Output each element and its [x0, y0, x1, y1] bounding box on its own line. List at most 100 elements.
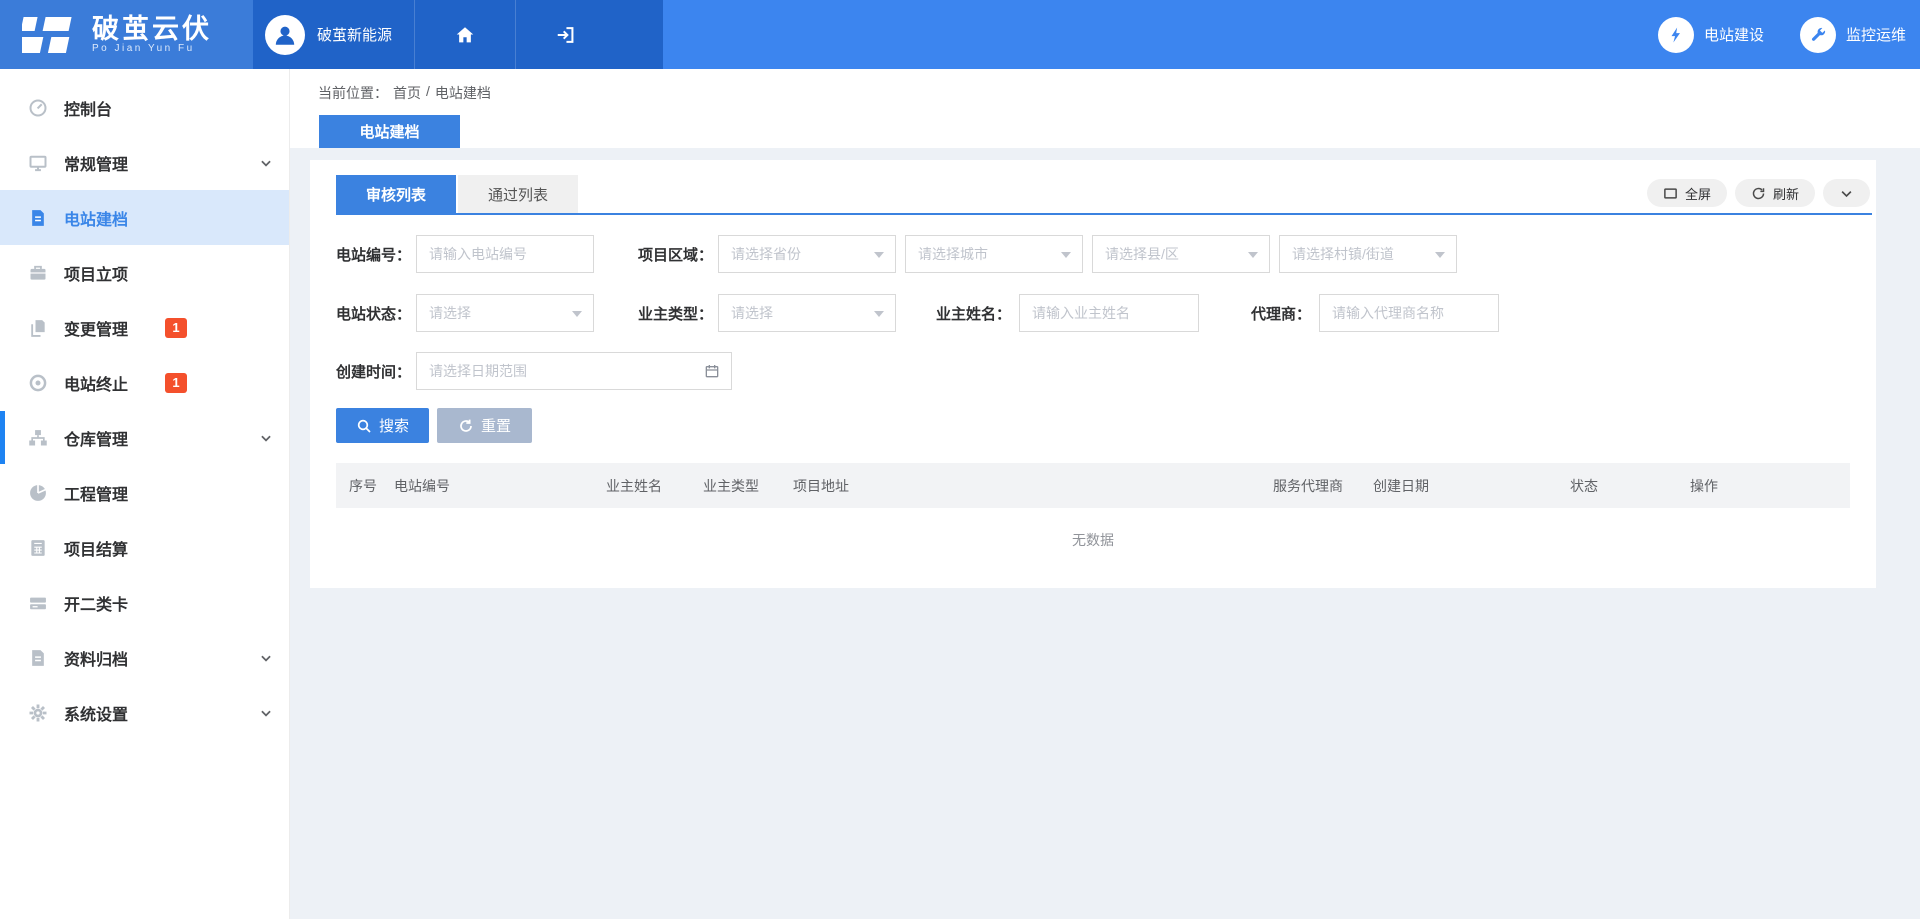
col-create-date: 创建日期 [1360, 476, 1557, 496]
agent-input[interactable] [1319, 294, 1499, 332]
header-user-section: 破茧新能源 [253, 0, 663, 69]
date-range-input[interactable] [416, 352, 732, 390]
refresh-icon [1751, 186, 1766, 201]
select-caret-icon [1435, 252, 1445, 258]
sidebar-item-label: 电站建档 [64, 206, 128, 230]
breadcrumb-home[interactable]: 首页 [393, 83, 421, 103]
select-caret-icon [1248, 252, 1258, 258]
fullscreen-button[interactable]: 全屏 [1647, 179, 1727, 207]
col-owner-name: 业主姓名 [593, 476, 690, 496]
sidebar-item-warehouse-mgmt[interactable]: 仓库管理 [0, 410, 289, 465]
province-select[interactable]: 请选择省份 [718, 235, 896, 273]
breadcrumb: 当前位置： 首页 / 电站建档 [318, 83, 491, 103]
station-termination-badge: 1 [165, 373, 187, 393]
agent-label: 代理商： [1207, 303, 1311, 324]
nav-station-build-label: 电站建设 [1704, 24, 1764, 45]
tab-review-list[interactable]: 审核列表 [336, 175, 456, 213]
sidebar-item-label: 电站终止 [64, 371, 128, 395]
sidebar-item-data-archive[interactable]: 资料归档 [0, 630, 289, 685]
select-caret-icon [874, 252, 884, 258]
sidebar-item-project-initiation[interactable]: 项目立项 [0, 245, 289, 300]
header-nav: 电站建设 监控运维 [663, 0, 1920, 69]
brand-logo-icon [22, 15, 78, 55]
refresh-button[interactable]: 刷新 [1735, 179, 1815, 207]
change-mgmt-badge: 1 [165, 318, 187, 338]
station-no-input[interactable] [416, 235, 594, 273]
tab-underline [336, 213, 1872, 215]
sidebar-item-label: 开二类卡 [64, 591, 128, 615]
reset-button[interactable]: 重置 [437, 408, 532, 443]
logout-icon [555, 24, 577, 46]
page-tab-station-filing[interactable]: 电站建档 [319, 115, 460, 148]
col-index: 序号 [336, 476, 381, 496]
home-button[interactable] [414, 0, 515, 69]
app: 破茧云伏 Po Jian Yun Fu 破茧新能源 [0, 0, 1920, 919]
col-station-no: 电站编号 [381, 476, 593, 496]
user-menu[interactable]: 破茧新能源 [253, 0, 414, 69]
col-status: 状态 [1557, 476, 1677, 496]
card-icon [28, 593, 48, 613]
col-actions: 操作 [1677, 476, 1850, 496]
sidebar-item-label: 控制台 [64, 96, 112, 120]
tab-passed-list[interactable]: 通过列表 [458, 175, 578, 213]
sidebar-item-label: 仓库管理 [64, 426, 128, 450]
sidebar-item-engineering-mgmt[interactable]: 工程管理 [0, 465, 289, 520]
collapse-button[interactable] [1823, 179, 1870, 207]
station-status-select[interactable]: 请选择 [416, 294, 594, 332]
town-select[interactable]: 请选择村镇/街道 [1279, 235, 1457, 273]
province-placeholder: 请选择省份 [731, 244, 801, 264]
sidebar-item-open-class2-card[interactable]: 开二类卡 [0, 575, 289, 630]
copy-icon [28, 318, 48, 338]
search-button[interactable]: 搜索 [336, 408, 429, 443]
station-no-label: 电站编号： [336, 244, 408, 265]
logout-button[interactable] [515, 0, 616, 69]
breadcrumb-separator: / [426, 83, 430, 103]
station-status-placeholder: 请选择 [429, 303, 471, 323]
sidebar-item-label: 资料归档 [64, 646, 128, 670]
breadcrumb-prefix: 当前位置： [318, 83, 388, 103]
city-select[interactable]: 请选择城市 [905, 235, 1083, 273]
county-select[interactable]: 请选择县/区 [1092, 235, 1270, 273]
top-header: 破茧云伏 Po Jian Yun Fu 破茧新能源 [0, 0, 1920, 69]
main-area: 当前位置： 首页 / 电站建档 电站建档 审核列表 通过列表 全屏 [290, 69, 1920, 919]
col-service-agent: 服务代理商 [1260, 476, 1360, 496]
topbar: 当前位置： 首页 / 电站建档 电站建档 [290, 69, 1920, 148]
sidebar: 控制台 常规管理 电站建档 项目立项 [0, 69, 290, 919]
nav-monitor-ops-label: 监控运维 [1846, 24, 1906, 45]
sidebar-item-console[interactable]: 控制台 [0, 80, 289, 135]
calculator-icon [28, 538, 48, 558]
brand-logo: 破茧云伏 Po Jian Yun Fu [0, 0, 253, 69]
filter-actions: 搜索 重置 [310, 390, 1876, 443]
owner-type-select[interactable]: 请选择 [718, 294, 896, 332]
sidebar-item-system-settings[interactable]: 系统设置 [0, 685, 289, 740]
sidebar-item-project-settlement[interactable]: 项目结算 [0, 520, 289, 575]
col-project-address: 项目地址 [780, 476, 1260, 496]
station-status-label: 电站状态： [336, 303, 408, 324]
user-icon [272, 22, 298, 48]
owner-type-label: 业主类型： [638, 303, 710, 324]
results-table: 序号 电站编号 业主姓名 业主类型 项目地址 服务代理商 创建日期 状态 操作 … [336, 463, 1850, 572]
gear-icon [28, 703, 48, 723]
sidebar-item-station-filing[interactable]: 电站建档 [0, 190, 289, 245]
nav-monitor-ops[interactable]: 监控运维 [1800, 17, 1906, 53]
breadcrumb-current[interactable]: 电站建档 [435, 83, 491, 103]
sidebar-item-label: 变更管理 [64, 316, 128, 340]
chevron-down-icon [259, 706, 273, 720]
search-icon [356, 418, 372, 434]
panel-toolbar: 全屏 刷新 [1647, 179, 1870, 207]
create-time-label: 创建时间： [336, 361, 408, 382]
target-icon [28, 373, 48, 393]
reset-label: 重置 [481, 415, 511, 436]
city-placeholder: 请选择城市 [918, 244, 988, 264]
sidebar-item-station-termination[interactable]: 电站终止 1 [0, 355, 289, 410]
town-placeholder: 请选择村镇/街道 [1292, 244, 1394, 264]
chevron-down-icon [1839, 186, 1854, 201]
owner-type-placeholder: 请选择 [731, 303, 773, 323]
sidebar-item-change-mgmt[interactable]: 变更管理 1 [0, 300, 289, 355]
owner-name-input[interactable] [1019, 294, 1199, 332]
nav-station-build[interactable]: 电站建设 [1658, 17, 1764, 53]
active-indicator-bar [0, 411, 5, 464]
sidebar-item-general-mgmt[interactable]: 常规管理 [0, 135, 289, 190]
sidebar-item-label: 项目结算 [64, 536, 128, 560]
chevron-down-icon [259, 651, 273, 665]
